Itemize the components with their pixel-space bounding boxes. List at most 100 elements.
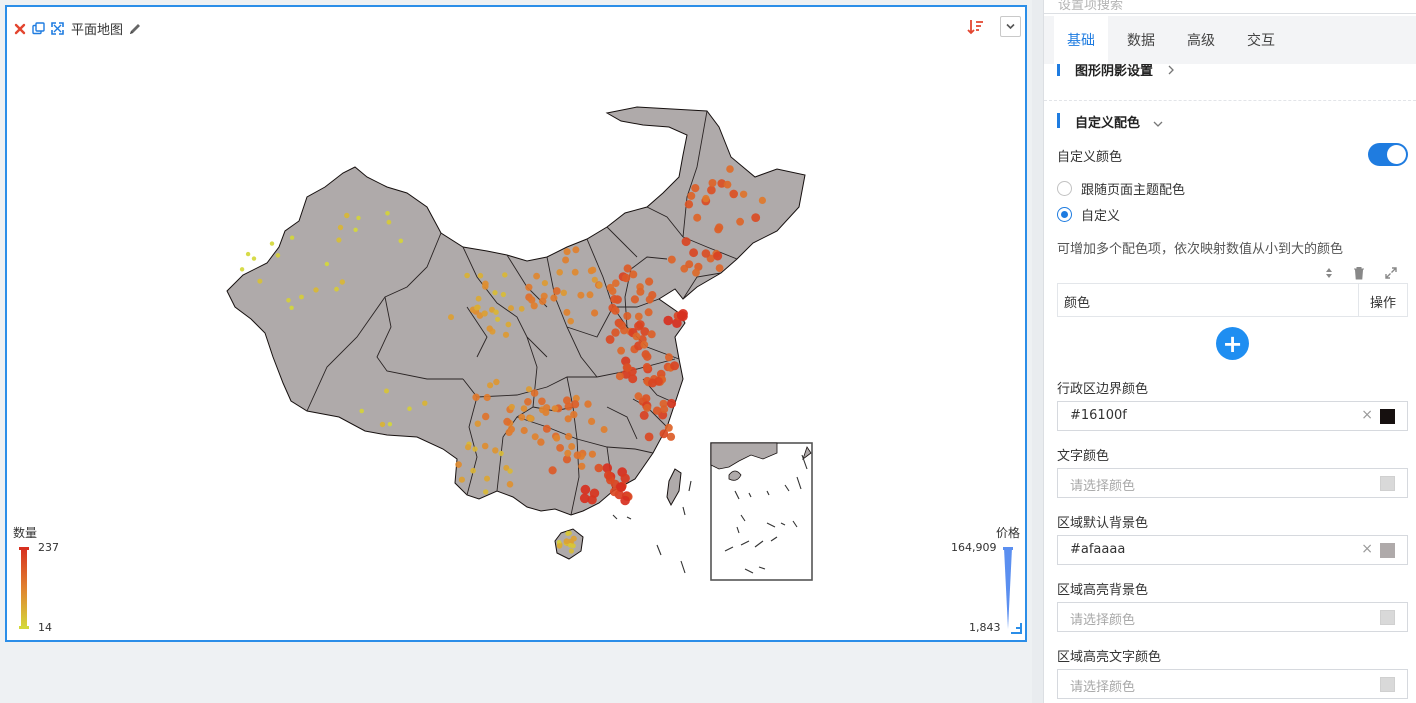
text-color-field[interactable]: 请选择颜色 — [1057, 468, 1408, 498]
city-point[interactable] — [503, 417, 512, 426]
city-point[interactable] — [498, 450, 504, 456]
city-point[interactable] — [588, 450, 597, 458]
city-point[interactable] — [563, 248, 571, 256]
city-point[interactable] — [552, 287, 561, 295]
city-point[interactable] — [621, 273, 631, 283]
city-point[interactable] — [567, 317, 574, 325]
city-point[interactable] — [636, 287, 645, 296]
city-point[interactable] — [591, 309, 599, 317]
city-point[interactable] — [568, 548, 575, 554]
resize-handle-icon[interactable] — [1011, 623, 1022, 634]
city-point[interactable] — [525, 386, 533, 393]
city-point[interactable] — [591, 276, 598, 283]
color-section-title[interactable]: 自定义配色 — [1075, 112, 1140, 131]
tab-advanced[interactable]: 高级 — [1174, 16, 1228, 64]
radio-follow-theme-label[interactable]: 跟随页面主题配色 — [1081, 179, 1185, 198]
city-point[interactable] — [339, 279, 345, 285]
city-point[interactable] — [589, 266, 597, 274]
settings-search[interactable]: 设置项搜索 — [1044, 0, 1416, 14]
city-point[interactable] — [385, 211, 390, 216]
city-point[interactable] — [384, 388, 389, 394]
city-point[interactable] — [617, 346, 625, 355]
city-point[interactable] — [530, 389, 539, 397]
city-point[interactable] — [617, 321, 626, 330]
panel-splitter[interactable] — [1032, 0, 1044, 703]
city-point[interactable] — [629, 270, 638, 279]
add-color-button[interactable]: + — [1216, 327, 1249, 360]
city-point[interactable] — [645, 295, 654, 304]
city-point[interactable] — [507, 425, 515, 433]
city-point[interactable] — [739, 190, 748, 198]
city-point[interactable] — [551, 405, 559, 412]
city-point[interactable] — [553, 434, 561, 442]
city-point[interactable] — [269, 241, 275, 246]
city-point[interactable] — [652, 406, 662, 415]
city-point[interactable] — [502, 331, 510, 338]
city-point[interactable] — [483, 393, 491, 402]
trash-icon[interactable] — [1352, 265, 1366, 284]
city-point[interactable] — [560, 289, 567, 296]
city-point[interactable] — [611, 328, 620, 337]
city-point[interactable] — [472, 446, 478, 452]
city-point[interactable] — [689, 248, 698, 258]
highlight-bg-field[interactable]: 请选择颜色 — [1057, 602, 1408, 632]
map-widget[interactable]: 平面地图 数量 237 14 价格 164,909 1,843 — [5, 5, 1027, 642]
city-point[interactable] — [685, 260, 694, 269]
clear-icon[interactable]: × — [1361, 407, 1373, 423]
city-point[interactable] — [586, 291, 594, 299]
city-point[interactable] — [640, 340, 649, 349]
city-point[interactable] — [589, 488, 600, 498]
region-bg-field[interactable]: #afaaaa × — [1057, 535, 1408, 565]
tab-interaction[interactable]: 交互 — [1234, 16, 1288, 64]
city-point[interactable] — [571, 268, 579, 276]
city-point[interactable] — [359, 408, 365, 414]
city-point[interactable] — [715, 264, 724, 272]
city-point[interactable] — [564, 415, 572, 423]
city-point[interactable] — [506, 481, 514, 488]
city-point[interactable] — [648, 378, 657, 388]
city-point[interactable] — [525, 283, 533, 291]
city-point[interactable] — [464, 272, 470, 279]
city-point[interactable] — [458, 476, 465, 483]
city-point[interactable] — [481, 442, 489, 450]
city-point[interactable] — [663, 315, 673, 326]
city-point[interactable] — [562, 256, 570, 264]
city-point[interactable] — [639, 410, 649, 420]
city-point[interactable] — [407, 406, 412, 412]
city-point[interactable] — [324, 261, 330, 267]
city-point[interactable] — [643, 352, 652, 361]
chevron-down-icon[interactable] — [1152, 114, 1164, 133]
city-point[interactable] — [356, 215, 361, 221]
city-point[interactable] — [644, 308, 653, 317]
city-point[interactable] — [600, 426, 608, 433]
city-point[interactable] — [474, 420, 481, 427]
city-point[interactable] — [492, 290, 498, 296]
city-point[interactable] — [616, 482, 627, 493]
city-point[interactable] — [508, 403, 515, 411]
city-point[interactable] — [289, 235, 295, 240]
city-point[interactable] — [337, 224, 344, 231]
city-point[interactable] — [726, 165, 734, 173]
city-point[interactable] — [692, 268, 700, 277]
radio-follow-theme[interactable] — [1057, 181, 1072, 196]
city-point[interactable] — [492, 447, 499, 454]
city-point[interactable] — [736, 217, 744, 226]
city-point[interactable] — [579, 493, 590, 504]
radio-custom-label[interactable]: 自定义 — [1081, 205, 1120, 224]
city-point[interactable] — [486, 325, 493, 332]
city-point[interactable] — [645, 277, 654, 286]
city-point[interactable] — [702, 194, 710, 203]
city-point[interactable] — [577, 291, 585, 299]
city-point[interactable] — [580, 484, 591, 495]
city-point[interactable] — [588, 417, 596, 425]
city-point[interactable] — [684, 200, 694, 209]
city-point[interactable] — [530, 302, 538, 310]
city-point[interactable] — [565, 531, 571, 536]
city-point[interactable] — [541, 280, 549, 287]
city-point[interactable] — [556, 444, 564, 452]
city-point[interactable] — [344, 212, 350, 219]
city-point[interactable] — [665, 353, 673, 362]
color-swatch[interactable] — [1380, 409, 1395, 424]
city-point[interactable] — [612, 279, 620, 288]
city-point[interactable] — [398, 238, 404, 244]
